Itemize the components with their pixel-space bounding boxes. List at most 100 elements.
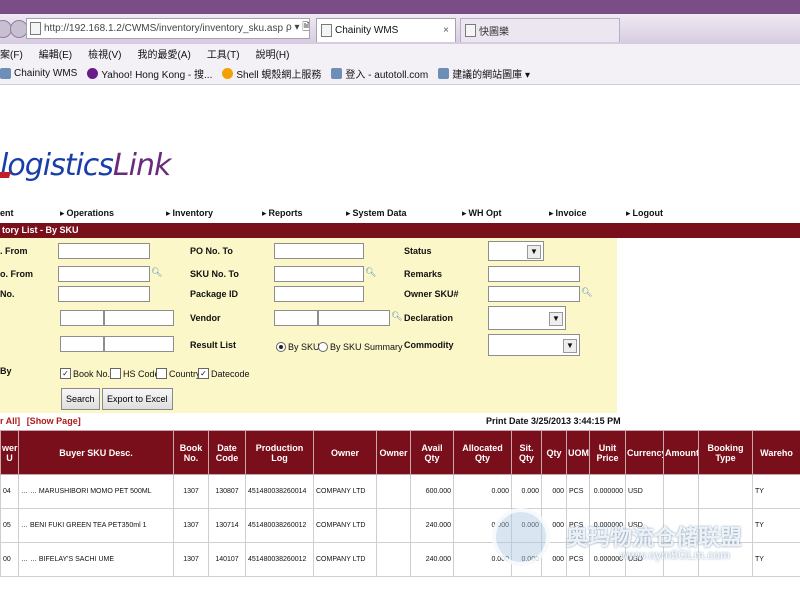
- table-cell: [698, 474, 753, 509]
- search-button[interactable]: Search: [61, 388, 100, 410]
- range-to-input[interactable]: [104, 336, 174, 352]
- favorite-shell[interactable]: Shell 蜆殼網上服務: [222, 66, 321, 81]
- sort-by-label: By: [0, 366, 12, 376]
- po-no-to-input[interactable]: [274, 243, 364, 259]
- nav-item-reports[interactable]: Reports: [262, 208, 303, 219]
- table-cell: [376, 542, 411, 577]
- sku-no-to-input[interactable]: [274, 266, 364, 282]
- favorite-chainity[interactable]: Chainity WMS: [0, 67, 77, 79]
- vendor-code-input[interactable]: [274, 310, 318, 326]
- table-cell: [376, 508, 411, 543]
- sku-no-from-input[interactable]: [58, 266, 150, 282]
- radio-icon[interactable]: [276, 342, 286, 352]
- chevron-down-icon[interactable]: ▼: [549, 312, 563, 326]
- table-cell: 00: [0, 542, 19, 577]
- sort-option-hs-code[interactable]: HS Code: [110, 368, 160, 379]
- show-page-link[interactable]: [Show Page]: [27, 416, 81, 426]
- table-row[interactable]: 04 … … MARUSHIBORI MOMO PET 500ML 1307 1…: [0, 474, 800, 509]
- chevron-down-icon[interactable]: ▼: [527, 245, 541, 259]
- paging-links: r All] [Show Page]: [0, 416, 81, 426]
- table-row[interactable]: 05 … BENI FUKI GREEN TEA PET350ml 1 1307…: [0, 508, 800, 543]
- checkbox-icon[interactable]: [110, 368, 121, 379]
- table-cell: 0.000: [511, 474, 542, 509]
- sku-no-from-label: o. From: [0, 269, 33, 279]
- nav-item-system-data[interactable]: System Data: [346, 208, 407, 219]
- nav-item-inventory[interactable]: Inventory: [166, 208, 214, 219]
- search-form: . From o. From No. By 🔍︎ PO No. To SKU N…: [0, 238, 617, 413]
- chevron-down-icon[interactable]: ▼: [563, 339, 577, 353]
- page-icon: [0, 67, 11, 79]
- declaration-select[interactable]: ▼: [488, 306, 566, 330]
- close-icon[interactable]: ×: [443, 25, 449, 36]
- nav-item-invoice[interactable]: Invoice: [549, 208, 587, 219]
- table-cell: 1307: [173, 508, 209, 543]
- po-no-from-input[interactable]: [58, 243, 150, 259]
- sort-option-country[interactable]: Country: [156, 368, 201, 379]
- menu-edit[interactable]: 編輯(E): [39, 46, 72, 61]
- table-cell: [663, 542, 699, 577]
- lookup-icon[interactable]: 🔍︎: [365, 268, 376, 277]
- address-controls-icon[interactable]: ρ ▾ 🗎 ⟳: [286, 20, 309, 37]
- checkbox-checked-icon[interactable]: ✓: [60, 368, 71, 379]
- page-icon: [30, 22, 41, 35]
- table-cell: USD: [625, 508, 664, 543]
- favorite-gallery[interactable]: 建議的網站圖庫 ▾: [438, 66, 530, 81]
- favorite-autotoll[interactable]: 登入 - autotoll.com: [331, 66, 428, 81]
- col-header: Owner: [313, 430, 377, 475]
- package-no-input[interactable]: [58, 286, 150, 302]
- checkbox-icon[interactable]: [156, 368, 167, 379]
- inventory-table: wer U Buyer SKU Desc. Book No. Date Code…: [0, 430, 800, 577]
- table-cell: 130807: [208, 474, 246, 509]
- shell-icon: [222, 67, 234, 79]
- remarks-input[interactable]: [488, 266, 580, 282]
- owner-sku-input[interactable]: [488, 286, 580, 302]
- col-header: Currency: [625, 430, 664, 475]
- table-cell: 000: [541, 474, 567, 509]
- nav-item-operations[interactable]: Operations: [60, 208, 115, 219]
- tab-second[interactable]: 快圖樂: [460, 18, 620, 42]
- result-option-by-sku-summary[interactable]: By SKU Summary: [318, 342, 403, 352]
- table-cell: … … MARUSHIBORI MOMO PET 500ML: [18, 474, 174, 509]
- page-icon: [331, 67, 343, 79]
- show-all-link[interactable]: r All]: [0, 416, 20, 426]
- commodity-select[interactable]: ▼: [488, 334, 580, 356]
- range-from-input[interactable]: [60, 336, 104, 352]
- nav-item-logout[interactable]: Logout: [626, 208, 664, 219]
- menu-help[interactable]: 說明(H): [256, 46, 290, 61]
- address-url: http://192.168.1.2/CWMS/inventory/invent…: [44, 23, 284, 34]
- radio-icon[interactable]: [318, 342, 328, 352]
- tab-chainity-wms[interactable]: Chainity WMS ×: [316, 18, 456, 42]
- col-header: Allocated Qty: [453, 430, 512, 475]
- table-cell: USD: [625, 474, 664, 509]
- col-header: Amount: [663, 430, 699, 475]
- date-to-input[interactable]: [104, 310, 174, 326]
- vendor-name-input[interactable]: [318, 310, 390, 326]
- table-cell: [663, 474, 699, 509]
- nav-item-management[interactable]: ent: [0, 208, 14, 218]
- commodity-label: Commodity: [404, 340, 454, 350]
- date-from-input[interactable]: [60, 310, 104, 326]
- table-cell: PCS: [566, 474, 590, 509]
- lookup-icon[interactable]: 🔍︎: [391, 312, 402, 321]
- menu-tools[interactable]: 工具(T): [207, 46, 240, 61]
- menu-file[interactable]: 案(F): [0, 46, 23, 61]
- table-row[interactable]: 00 … … BIFELAY'S SACHI UME 1307 140107 4…: [0, 542, 800, 577]
- table-cell: TY: [752, 542, 800, 577]
- nav-item-wh-opt[interactable]: WH Opt: [462, 208, 502, 219]
- menu-favorites[interactable]: 我的最愛(A): [137, 46, 190, 61]
- favorite-yahoo[interactable]: Yahoo! Hong Kong - 搜...: [87, 66, 212, 81]
- table-cell: 0.000: [453, 474, 512, 509]
- package-id-input[interactable]: [274, 286, 364, 302]
- address-bar[interactable]: http://192.168.1.2/CWMS/inventory/invent…: [26, 18, 310, 39]
- checkbox-checked-icon[interactable]: ✓: [198, 368, 209, 379]
- table-cell: [698, 508, 753, 543]
- table-cell: COMPANY LTD: [313, 474, 377, 509]
- result-option-by-sku[interactable]: By SKU: [276, 342, 320, 352]
- menu-view[interactable]: 檢視(V): [88, 46, 121, 61]
- lookup-icon[interactable]: 🔍︎: [581, 288, 592, 297]
- sort-option-book-no[interactable]: ✓ Book No.: [60, 368, 110, 379]
- status-select[interactable]: ▼: [488, 241, 544, 261]
- export-to-excel-button[interactable]: Export to Excel: [102, 388, 173, 410]
- sort-option-datecode[interactable]: ✓ Datecode: [198, 368, 250, 379]
- lookup-icon[interactable]: 🔍︎: [151, 268, 162, 277]
